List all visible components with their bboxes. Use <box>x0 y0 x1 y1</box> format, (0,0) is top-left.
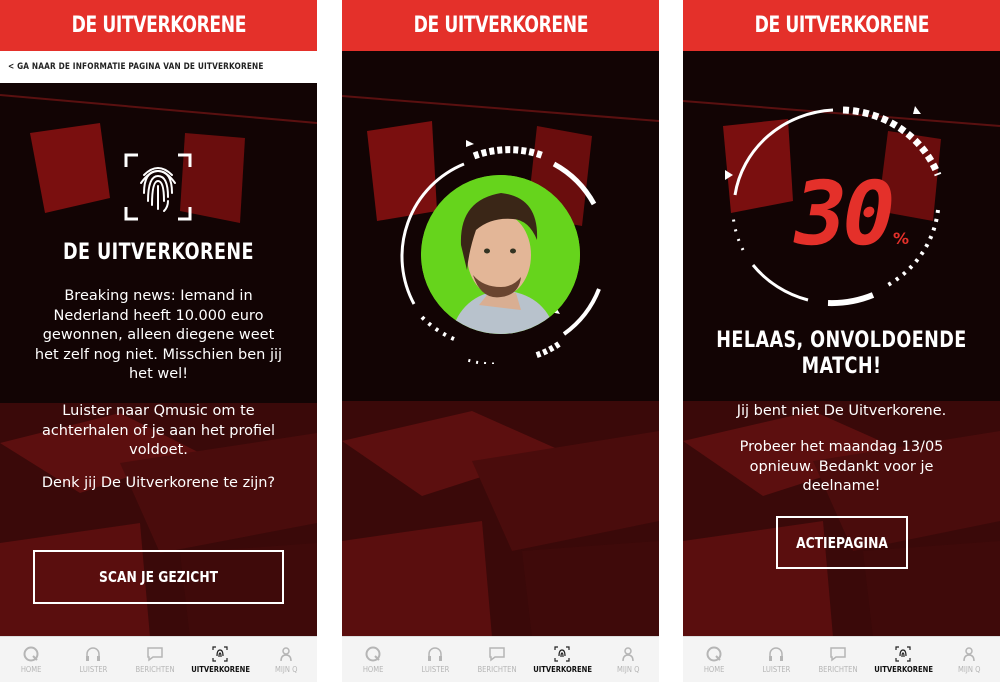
tab-label: MIJN Q <box>957 664 981 674</box>
screen-intro: DE UITVERKORENE < GA NAAR DE INFORMATIE … <box>0 0 317 682</box>
tab-bar: HOME LUISTER BERICHTEN UITVERKORENE MIJN… <box>342 636 659 682</box>
headphones-icon <box>767 646 785 662</box>
tab-label: UITVERKORENE <box>533 664 592 674</box>
chat-icon <box>488 646 506 662</box>
screen-scanning: DE UITVERKORENE HOME LUISTER BERICHTEN U… <box>342 0 659 682</box>
app-title: DE UITVERKORENE <box>413 13 588 38</box>
match-percentage: 30 % <box>771 148 931 265</box>
tab-berichten[interactable]: BERICHTEN <box>124 637 186 682</box>
back-link[interactable]: < GA NAAR DE INFORMATIE PAGINA VAN DE UI… <box>8 62 264 72</box>
tab-bar: HOME LUISTER BERICHTEN UITVERKORENE MIJN… <box>683 636 1000 682</box>
app-header: DE UITVERKORENE <box>683 0 1000 51</box>
tab-luister[interactable]: LUISTER <box>745 637 807 682</box>
fingerprint-scan-icon <box>124 153 192 221</box>
result-message: Jij bent niet De Uitverkorene. <box>736 403 947 419</box>
tab-luister[interactable]: LUISTER <box>62 637 124 682</box>
screen-result: DE UITVERKORENE 30 % HELAAS, ONVOLDOENDE… <box>683 0 1000 682</box>
q-logo-icon <box>22 646 40 662</box>
app-header: DE UITVERKORENE <box>342 0 659 51</box>
instruction-text: Luister naar Qmusic om te achterhalen of… <box>41 403 276 458</box>
tab-uitverkorene[interactable]: UITVERKORENE <box>528 637 597 682</box>
match-percentage-sign: % <box>892 229 909 248</box>
tab-label: BERICHTEN <box>818 664 858 674</box>
result-title-line2: MATCH! <box>801 354 882 379</box>
app-title: DE UITVERKORENE <box>754 13 929 38</box>
tab-uitverkorene[interactable]: UITVERKORENE <box>186 637 255 682</box>
tab-berichten[interactable]: BERICHTEN <box>466 637 528 682</box>
tab-home[interactable]: HOME <box>0 637 62 682</box>
back-link-bar[interactable]: < GA NAAR DE INFORMATIE PAGINA VAN DE UI… <box>0 51 317 83</box>
question-text: Denk jij De Uitverkorene te zijn? <box>41 475 276 491</box>
tab-mijn-q[interactable]: MIJN Q <box>597 637 659 682</box>
match-percentage-value: 30 <box>784 162 901 265</box>
user-icon <box>619 646 637 662</box>
intro-text: Breaking news: Iemand in Nederland heeft… <box>34 288 283 382</box>
result-title: HELAAS, ONVOLDOENDE MATCH! <box>715 328 969 380</box>
q-logo-icon <box>364 646 382 662</box>
tab-mijn-q[interactable]: MIJN Q <box>255 637 317 682</box>
action-page-button[interactable]: ACTIEPAGINA <box>776 516 908 569</box>
fingerprint-icon <box>211 645 229 662</box>
tab-label: BERICHTEN <box>477 664 517 674</box>
tab-label: UITVERKORENE <box>191 664 250 674</box>
tab-label: UITVERKORENE <box>874 664 933 674</box>
scan-face-button-label: SCAN JE GEZICHT <box>99 568 218 586</box>
tab-home[interactable]: HOME <box>683 637 745 682</box>
face-photo <box>421 175 580 334</box>
fingerprint-icon <box>894 645 912 662</box>
tab-label: LUISTER <box>78 664 107 674</box>
user-icon <box>960 646 978 662</box>
tab-label: MIJN Q <box>274 664 298 674</box>
tab-label: HOME <box>20 664 42 674</box>
headphones-icon <box>426 646 444 662</box>
tab-luister[interactable]: LUISTER <box>404 637 466 682</box>
result-title-line1: HELAAS, ONVOLDOENDE <box>716 328 967 353</box>
tab-berichten[interactable]: BERICHTEN <box>807 637 869 682</box>
retry-message: Probeer het maandag 13/05 opnieuw. Bedan… <box>739 439 944 494</box>
fingerprint-icon <box>553 645 571 662</box>
chat-icon <box>829 646 847 662</box>
q-logo-icon <box>705 646 723 662</box>
tab-label: MIJN Q <box>616 664 640 674</box>
chat-icon <box>146 646 164 662</box>
action-page-button-label: ACTIEPAGINA <box>796 533 888 552</box>
page-title: DE UITVERKORENE <box>63 240 254 265</box>
tab-label: HOME <box>703 664 725 674</box>
headphones-icon <box>84 646 102 662</box>
tab-bar: HOME LUISTER BERICHTEN UITVERKORENE MIJN… <box>0 636 317 682</box>
tab-label: LUISTER <box>761 664 790 674</box>
tab-home[interactable]: HOME <box>342 637 404 682</box>
user-icon <box>277 646 295 662</box>
tab-label: BERICHTEN <box>135 664 175 674</box>
app-title: DE UITVERKORENE <box>71 13 246 38</box>
scan-face-button[interactable]: SCAN JE GEZICHT <box>33 550 284 604</box>
tab-mijn-q[interactable]: MIJN Q <box>938 637 1000 682</box>
tab-label: LUISTER <box>420 664 449 674</box>
app-header: DE UITVERKORENE <box>0 0 317 51</box>
tab-label: HOME <box>362 664 384 674</box>
tab-uitverkorene[interactable]: UITVERKORENE <box>869 637 938 682</box>
